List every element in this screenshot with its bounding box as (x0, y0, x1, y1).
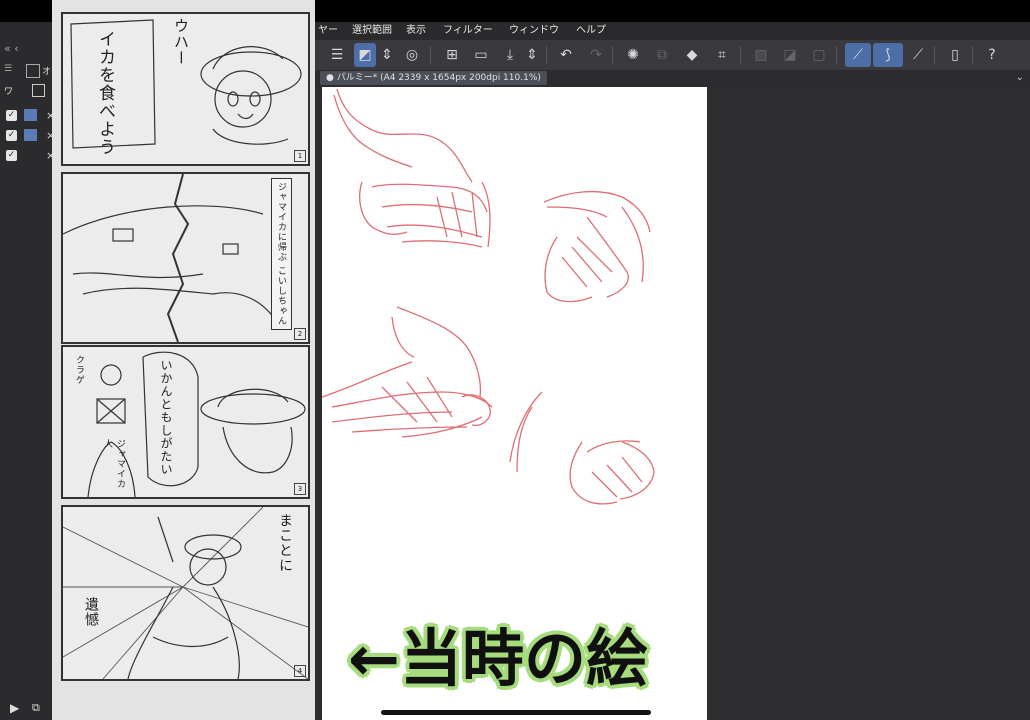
new-layer-icon[interactable]: ⊞ (441, 43, 463, 67)
transform-icon[interactable]: ⧉ (651, 43, 673, 67)
panel-number-4: 4 (294, 665, 306, 677)
panel-number-2: 2 (294, 328, 306, 340)
menu-item-layer[interactable]: ヤー (318, 22, 338, 40)
toolbar-divider (836, 46, 837, 64)
lock-icon[interactable] (32, 84, 45, 97)
save-icon[interactable]: ⤓ (499, 43, 521, 67)
reference-manga: イカを食べよう ウハー 1 ジャマイカに帰ぶ こいしちゃん 2 いかんともしがた… (52, 0, 315, 720)
close-icon[interactable]: × (46, 109, 55, 122)
panel-3-label-kurage: クラゲ (74, 355, 84, 385)
layer-mask-icon[interactable]: ▨ (750, 43, 772, 67)
panel-number-3: 3 (294, 483, 306, 495)
redo-icon[interactable]: ↷ (585, 43, 607, 67)
menu-item-view[interactable]: 表示 (406, 22, 426, 40)
panel-3-bubble: いかんともしがたい (159, 359, 173, 476)
panel-3-label-jamaican: ジャマイカ人 (102, 439, 125, 489)
left-dock: « ‹ ☰ オ ワ ✓ × ✓ × ✓ × (0, 40, 55, 720)
manga-panel-1: イカを食べよう ウハー 1 (61, 12, 310, 166)
document-tab-label: パルミー* (A4 2339 x 1654px 200dpi 110.1%) (336, 73, 541, 83)
blend-mode-label: ワ (4, 87, 14, 97)
layer-select-icon[interactable]: ◩ (354, 43, 376, 67)
layer-panel-icon[interactable] (26, 64, 40, 78)
manga-panel-4: まことに 遺憾 4 (61, 505, 310, 681)
toolbar-divider (546, 46, 547, 64)
panel-4-art (63, 507, 308, 679)
document-tab-bar: ● パルミー* (A4 2339 x 1654px 200dpi 110.1%)… (315, 70, 1030, 86)
layer-row[interactable]: ✓ × (4, 128, 55, 144)
panel-number-1: 1 (294, 150, 306, 162)
crop-icon[interactable]: ⌗ (711, 43, 733, 67)
lasso-icon[interactable]: ◎ (401, 43, 423, 67)
chevron-down-icon[interactable]: ⌄ (1016, 70, 1024, 86)
close-icon[interactable]: × (46, 149, 55, 162)
panel-2-caption: ジャマイカに帰ぶ こいしちゃん (271, 178, 292, 330)
pen-icon[interactable]: ⟋ (907, 43, 929, 67)
up-down-icon[interactable]: ⇕ (525, 43, 539, 67)
manga-panel-2: ジャマイカに帰ぶ こいしちゃん 2 (61, 172, 310, 344)
collapse-left-icon[interactable]: « ‹ (4, 42, 19, 55)
play-icon[interactable]: ▶ (10, 701, 19, 715)
toolbar-divider (740, 46, 741, 64)
menu-item-window[interactable]: ウィンドウ (509, 22, 559, 40)
menu-icon[interactable]: ☰ (326, 43, 348, 67)
panel-1-shout: ウハー (172, 18, 190, 66)
layer-thumbnail (24, 129, 37, 141)
home-indicator[interactable] (381, 710, 651, 715)
toolbar-divider (972, 46, 973, 64)
close-icon[interactable]: × (46, 129, 55, 142)
ruler-icon[interactable]: ⟋ (845, 43, 871, 67)
panel-1-bubble: イカを食べよう (95, 30, 115, 156)
help-icon[interactable]: ? (981, 43, 1003, 67)
menu-item-selection[interactable]: 選択範囲 (352, 22, 392, 40)
undo-icon[interactable]: ↶ (555, 43, 577, 67)
brush-icon[interactable]: ⟆ (873, 43, 903, 67)
document-tab[interactable]: ● パルミー* (A4 2339 x 1654px 200dpi 110.1%) (320, 71, 547, 85)
layer-thumbnail (24, 109, 37, 121)
visibility-checkbox[interactable]: ✓ (6, 130, 17, 141)
panel-menu-icon[interactable]: ☰ (4, 64, 12, 74)
panel-4-side-text: 遺憾 (83, 597, 99, 627)
visibility-checkbox[interactable]: ✓ (6, 110, 17, 121)
manga-panel-3: いかんともしがたい クラゲ ジャマイカ人 3 (61, 345, 310, 499)
frame-icon[interactable]: ▢ (808, 43, 830, 67)
toolbar-divider (612, 46, 613, 64)
layer-row[interactable]: ✓ × (4, 148, 55, 164)
up-down-icon[interactable]: ⇕ (380, 43, 394, 67)
layer-row[interactable]: ✓ × (4, 108, 55, 124)
toolbar-divider (430, 46, 431, 64)
visibility-checkbox[interactable]: ✓ (6, 150, 17, 161)
panel-4-text: まことに (277, 513, 293, 573)
panel-3-art (87, 351, 306, 497)
timeline-icon[interactable]: ⧉ (32, 701, 40, 715)
toolbar-divider (934, 46, 935, 64)
fill-icon[interactable]: ◆ (681, 43, 703, 67)
mask-icon[interactable]: ◪ (779, 43, 801, 67)
layer-panel-label: オ (42, 67, 52, 77)
open-folder-icon[interactable]: ▭ (470, 43, 492, 67)
device-icon[interactable]: ▯ (944, 43, 966, 67)
menu-item-filter[interactable]: フィルター (443, 22, 493, 40)
loading-icon[interactable]: ✺ (622, 43, 644, 67)
caption-text: ←当時の絵 (348, 622, 648, 695)
menu-item-help[interactable]: ヘルプ (576, 22, 606, 40)
animation-bar: ▶ ⧉ (0, 698, 52, 720)
